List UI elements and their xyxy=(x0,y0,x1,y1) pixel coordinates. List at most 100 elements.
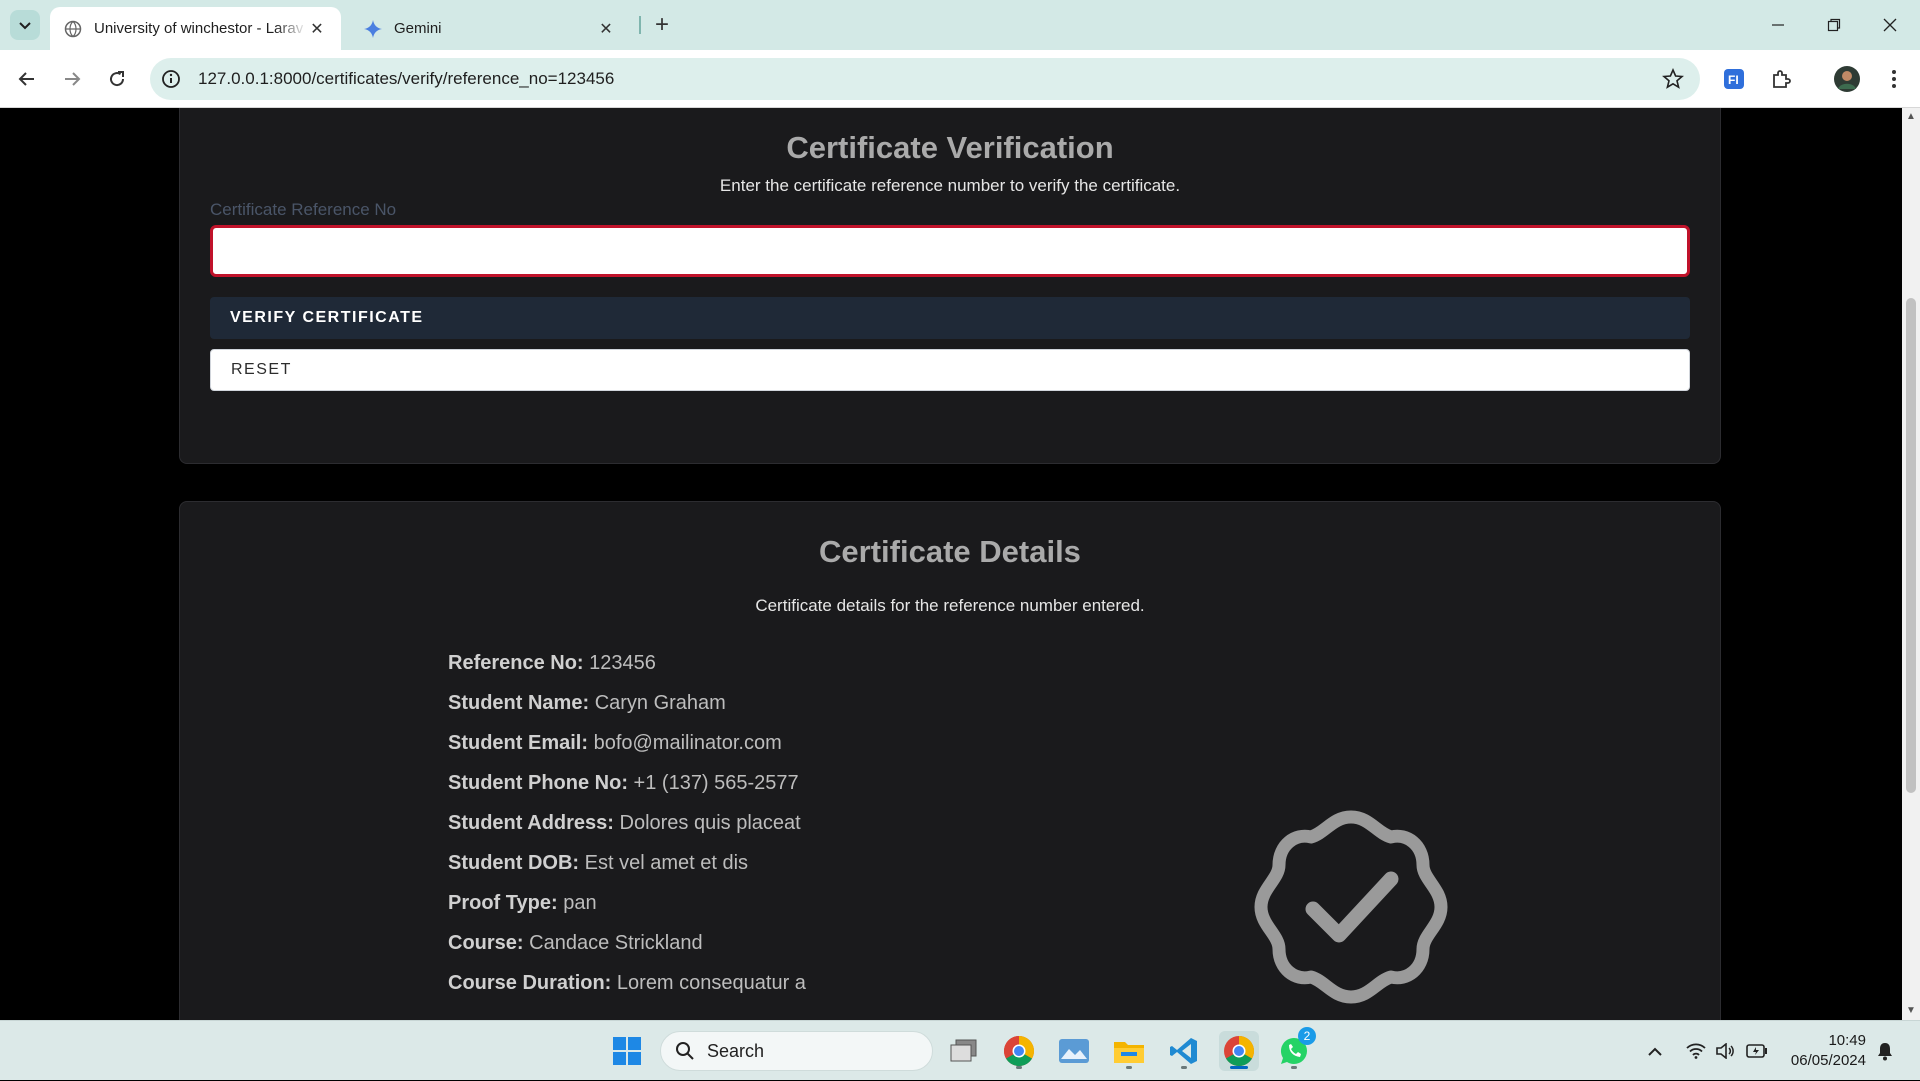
detail-label: Student Email: xyxy=(448,732,589,754)
photos-app-button[interactable] xyxy=(1054,1031,1094,1071)
arrow-right-icon xyxy=(65,72,81,86)
page-viewport: Certificate Verification Enter the certi… xyxy=(0,108,1902,1020)
close-icon[interactable]: ✕ xyxy=(596,19,616,39)
volume-button[interactable] xyxy=(1716,1021,1734,1081)
detail-course-duration: Course Duration: Lorem consequatur a xyxy=(448,972,806,1012)
tray-overflow-button[interactable] xyxy=(1647,1021,1663,1081)
page-scrollbar[interactable]: ▲ ▼ xyxy=(1902,108,1920,1020)
taskbar-search[interactable]: Search xyxy=(660,1031,933,1071)
search-label: Search xyxy=(707,1040,765,1061)
speaker-icon xyxy=(1716,1043,1734,1059)
detail-label: Proof Type: xyxy=(448,892,558,914)
reload-button[interactable] xyxy=(102,64,132,94)
gemini-sparkle-icon xyxy=(364,19,382,38)
restore-button[interactable] xyxy=(1806,0,1862,50)
verification-title: Certificate Verification xyxy=(786,130,1114,165)
running-indicator xyxy=(1126,1066,1132,1069)
battery-button[interactable] xyxy=(1746,1021,1768,1081)
detail-student-phone: Student Phone No: +1 (137) 565-2577 xyxy=(448,772,806,812)
chevron-down-icon xyxy=(19,22,31,30)
forward-button[interactable] xyxy=(57,64,87,94)
new-tab-button[interactable]: + xyxy=(648,11,676,39)
chrome-active-app-button[interactable] xyxy=(1219,1031,1259,1071)
detail-student-dob: Student DOB: Est vel amet et dis xyxy=(448,852,806,892)
notification-badge: 2 xyxy=(1298,1027,1316,1045)
browser-toolbar: 127.0.0.1:8000/certificates/verify/refer… xyxy=(0,50,1920,108)
profile-avatar[interactable] xyxy=(1833,65,1861,93)
close-icon[interactable]: ✕ xyxy=(307,19,327,39)
verification-subtitle: Enter the certificate reference number t… xyxy=(719,176,1181,195)
extensions-puzzle-icon[interactable] xyxy=(1767,65,1795,93)
address-bar[interactable]: 127.0.0.1:8000/certificates/verify/refer… xyxy=(150,58,1700,100)
detail-value: Est vel amet et dis xyxy=(584,852,749,874)
detail-reference-no: Reference No: 123456 xyxy=(448,652,806,692)
tab-gemini[interactable]: Gemini ✕ xyxy=(350,7,630,50)
windows-logo-icon xyxy=(613,1037,641,1065)
details-subtitle: Certificate details for the reference nu… xyxy=(755,596,1145,615)
search-icon xyxy=(676,1042,694,1060)
reference-field-label: Certificate Reference No xyxy=(210,200,397,219)
site-info-icon[interactable] xyxy=(150,58,192,100)
scroll-down-icon[interactable]: ▼ xyxy=(1906,1006,1916,1016)
photos-icon xyxy=(1059,1039,1089,1063)
file-explorer-button[interactable] xyxy=(1109,1031,1149,1071)
restore-icon xyxy=(1827,18,1841,32)
scroll-up-icon[interactable]: ▲ xyxy=(1906,112,1916,122)
globe-icon xyxy=(64,20,82,38)
close-icon xyxy=(1883,18,1897,32)
clock-date: 06/05/2024 xyxy=(1790,1052,1866,1069)
chrome-app-button[interactable] xyxy=(999,1031,1039,1071)
tab-search-button[interactable] xyxy=(10,10,40,40)
detail-label: Reference No: xyxy=(448,652,584,674)
reload-icon xyxy=(110,71,125,87)
tab-university[interactable]: University of winchestor - Larav ✕ xyxy=(50,7,341,50)
chrome-icon xyxy=(1003,1036,1035,1067)
minimize-button[interactable] xyxy=(1750,0,1806,50)
running-indicator xyxy=(1016,1066,1022,1069)
url-text[interactable]: 127.0.0.1:8000/certificates/verify/refer… xyxy=(198,69,614,89)
bell-icon xyxy=(1878,1043,1892,1061)
system-clock[interactable]: 10:49 06/05/2024 xyxy=(1791,1031,1866,1071)
arrow-left-icon xyxy=(18,72,34,86)
chevron-up-icon xyxy=(1648,1047,1662,1056)
detail-label: Student Address: xyxy=(448,812,614,834)
verified-badge-icon xyxy=(1254,810,1448,1004)
wifi-icon xyxy=(1686,1043,1706,1059)
detail-value: Dolores quis placeat xyxy=(619,812,801,834)
start-button[interactable] xyxy=(607,1031,647,1071)
whatsapp-app-button[interactable]: 2 xyxy=(1274,1027,1316,1071)
taskbar: Search 2 10:49 06/05/2024 xyxy=(0,1020,1920,1080)
notifications-button[interactable] xyxy=(1876,1021,1894,1081)
wifi-button[interactable] xyxy=(1686,1021,1706,1081)
details-title: Certificate Details xyxy=(819,534,1081,569)
bookmark-star-icon[interactable] xyxy=(1662,68,1684,90)
tab-separator xyxy=(639,16,641,34)
running-indicator xyxy=(1291,1066,1297,1069)
browser-menu-icon[interactable] xyxy=(1880,65,1908,93)
verify-certificate-button[interactable]: VERIFY CERTIFICATE xyxy=(210,297,1690,339)
reset-button[interactable]: RESET xyxy=(210,349,1690,391)
scrollbar-thumb[interactable] xyxy=(1906,298,1916,793)
task-view-button[interactable] xyxy=(944,1031,984,1071)
back-button[interactable] xyxy=(12,64,42,94)
close-window-button[interactable] xyxy=(1862,0,1918,50)
detail-label: Course: xyxy=(448,932,524,954)
vscode-app-button[interactable] xyxy=(1164,1031,1204,1071)
battery-icon xyxy=(1746,1044,1767,1058)
details-list: Reference No: 123456 Student Name: Caryn… xyxy=(448,652,806,1012)
translate-extension-icon[interactable]: FI xyxy=(1720,65,1748,93)
svg-text:FI: FI xyxy=(1728,73,1739,87)
reference-number-input[interactable] xyxy=(210,225,1690,277)
running-indicator xyxy=(1181,1066,1187,1069)
running-indicator xyxy=(1230,1066,1248,1069)
folder-icon xyxy=(1114,1042,1144,1063)
detail-value: Candace Strickland xyxy=(529,932,703,954)
detail-student-name: Student Name: Caryn Graham xyxy=(448,692,806,732)
tab-title: Gemini xyxy=(394,20,442,37)
chrome-icon xyxy=(1224,1036,1255,1067)
detail-value: 123456 xyxy=(589,652,656,674)
detail-label: Student Phone No: xyxy=(448,772,628,794)
detail-value: Lorem consequatur a xyxy=(616,972,806,994)
tab-strip: University of winchestor - Larav ✕ Gemin… xyxy=(0,0,1920,50)
detail-value: +1 (137) 565-2577 xyxy=(633,772,799,794)
